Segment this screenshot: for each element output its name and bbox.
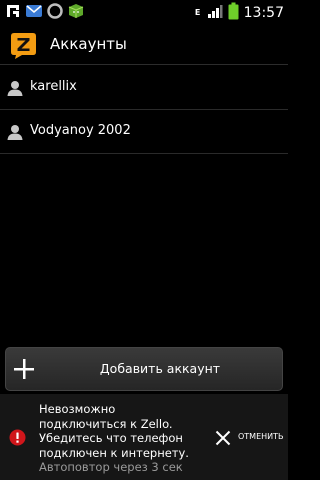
- account-item-karellix[interactable]: karellix: [0, 66, 288, 110]
- account-name: karellix: [30, 79, 77, 94]
- network-type-label: E: [194, 7, 201, 17]
- add-account-button[interactable]: Добавить аккаунт: [5, 347, 283, 391]
- account-name: Vodyanoy 2002: [30, 123, 131, 138]
- error-icon: [9, 429, 26, 446]
- account-list: karellix Vodyanoy 2002: [0, 66, 288, 154]
- app-notification-icon: [4, 2, 22, 24]
- account-item-vodyanoy[interactable]: Vodyanoy 2002: [0, 110, 288, 154]
- signal-icon: [207, 3, 223, 23]
- zello-logo-icon: [10, 32, 37, 59]
- system-tray: E 13:57: [194, 0, 284, 25]
- plus-icon: [13, 358, 35, 380]
- user-icon: [6, 123, 24, 141]
- title-bar: Аккаунты: [0, 25, 288, 65]
- battery-icon: [228, 2, 239, 24]
- android-market-icon: [67, 2, 85, 24]
- close-icon: [215, 430, 231, 446]
- connection-error-banner: Невозможно подключиться к Zello. Убедите…: [0, 394, 288, 480]
- retry-countdown: Автоповтор через 3 сек: [39, 460, 183, 474]
- cancel-label: ОТМЕНИТЬ: [238, 432, 284, 441]
- status-bar: E 13:57: [0, 0, 288, 25]
- circle-icon: [46, 2, 64, 24]
- notification-area: [4, 2, 85, 24]
- page-title: Аккаунты: [50, 35, 127, 53]
- error-message-block: Невозможно подключиться к Zello. Убедите…: [39, 402, 204, 475]
- email-icon: [25, 2, 43, 24]
- cancel-button[interactable]: ОТМЕНИТЬ: [212, 427, 288, 449]
- clock: 13:57: [243, 4, 284, 21]
- add-account-label: Добавить аккаунт: [99, 361, 221, 376]
- error-message: Невозможно подключиться к Zello. Убедите…: [39, 402, 189, 460]
- user-icon: [6, 79, 24, 97]
